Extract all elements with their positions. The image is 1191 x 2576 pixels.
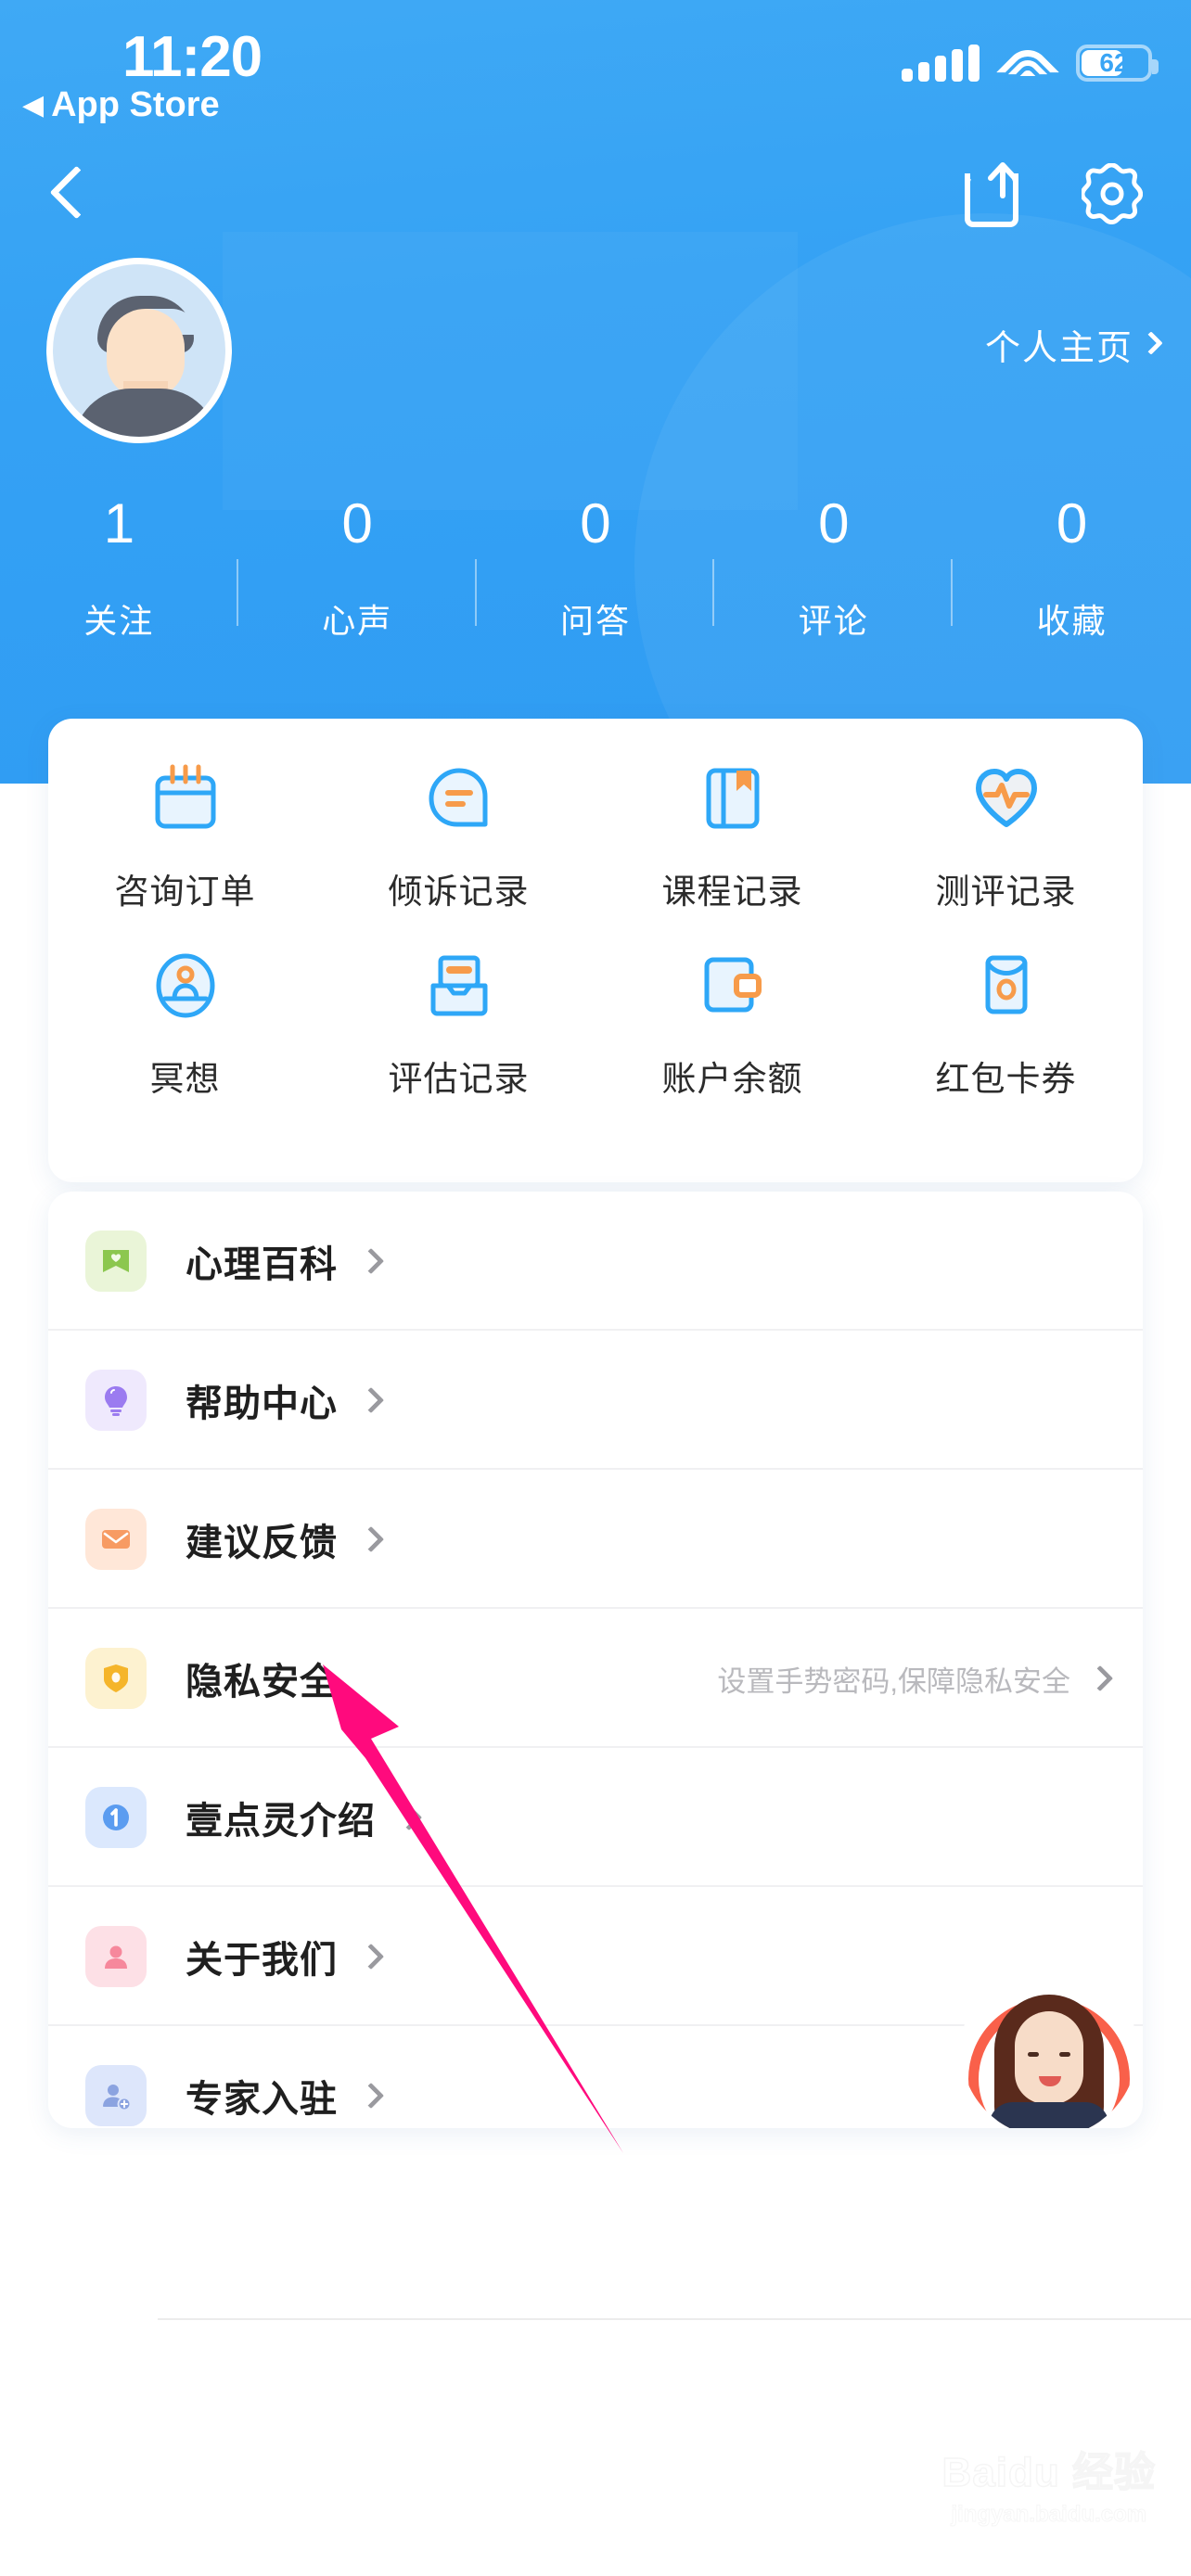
menu-item-help-center[interactable]: 帮助中心	[48, 1331, 1143, 1470]
menu-item-label: 帮助中心	[186, 1384, 338, 1424]
quick-action-confide-record[interactable]: 倾诉记录	[322, 759, 596, 913]
stat-label: 心声	[322, 602, 393, 640]
quick-action-label: 账户余额	[661, 1060, 803, 1098]
quick-action-label: 测评记录	[935, 873, 1077, 911]
quick-action-label: 红包卡券	[935, 1060, 1077, 1098]
battery-percent-label: 62	[1099, 48, 1129, 77]
stat-label: 收藏	[1036, 602, 1108, 640]
chevron-right-icon	[357, 1943, 385, 1970]
quick-action-label: 评估记录	[388, 1060, 530, 1098]
signal-bars-icon	[902, 45, 980, 82]
stat-label: 问答	[559, 602, 631, 640]
status-bar-time: 11:20	[122, 25, 263, 89]
chevron-right-icon	[357, 1525, 385, 1553]
wifi-icon	[996, 41, 1059, 104]
info-circle-icon	[85, 1787, 147, 1848]
menu-item-privacy-security[interactable]: 隐私安全 设置手势密码,保障隐私安全	[48, 1609, 1143, 1748]
back-app-label: App Store	[51, 85, 220, 124]
menu-item-feedback[interactable]: 建议反馈	[48, 1470, 1143, 1609]
person-add-icon	[85, 2065, 147, 2126]
personal-homepage-label: 个人主页	[984, 329, 1133, 368]
chevron-right-icon	[357, 1386, 385, 1414]
stat-label: 评论	[798, 602, 869, 640]
red-envelope-icon	[967, 947, 1045, 1025]
menu-item-label: 关于我们	[186, 1940, 338, 1981]
inbox-tray-icon	[420, 947, 498, 1025]
status-bar: 11:20 ◀ App Store 62	[0, 0, 1191, 139]
stat-item-favorites[interactable]: 0 收藏	[953, 496, 1191, 644]
speech-bubble-icon	[420, 759, 498, 837]
watermark-main-text: Baidu 经验	[941, 2449, 1156, 2496]
expert-avatar-floating[interactable]	[961, 1961, 1137, 2128]
quick-action-label: 冥想	[149, 1060, 221, 1098]
quick-action-evaluation-record[interactable]: 评估记录	[322, 947, 596, 1101]
back-triangle-icon: ◀	[22, 89, 45, 121]
chevron-right-icon	[395, 1804, 423, 1831]
stat-label: 关注	[83, 602, 155, 640]
quick-action-assessment-record[interactable]: 测评记录	[869, 759, 1143, 913]
quick-action-meditation[interactable]: 冥想	[48, 947, 322, 1101]
avatar[interactable]	[46, 258, 232, 443]
menu-item-label: 心理百科	[186, 1244, 338, 1285]
gear-icon[interactable]	[1082, 163, 1143, 224]
menu-item-label: 专家入驻	[186, 2079, 338, 2120]
stat-item-follow[interactable]: 1 关注	[0, 496, 238, 644]
return-to-app-store-link[interactable]: ◀ App Store	[22, 85, 220, 125]
menu-item-psychology-encyclopedia[interactable]: 心理百科	[48, 1192, 1143, 1331]
menu-item-label: 壹点灵介绍	[186, 1801, 376, 1842]
personal-homepage-link[interactable]: 个人主页	[984, 319, 1163, 370]
avatar-body	[73, 389, 218, 437]
chevron-right-icon	[357, 1247, 385, 1275]
nav-actions	[965, 160, 1143, 227]
stat-item-voice[interactable]: 0 心声	[238, 496, 477, 644]
calendar-icon	[147, 759, 224, 837]
bottom-divider	[158, 2318, 1191, 2320]
quick-actions-card: 咨询订单 倾诉记录 课程记录 测评记录 冥想 评估记录 账户余额 红包卡券	[48, 719, 1143, 1182]
envelope-icon	[85, 1509, 147, 1570]
chevron-right-icon	[1086, 1664, 1114, 1692]
meditation-icon	[147, 947, 224, 1025]
chevron-right-icon	[357, 2082, 385, 2110]
menu-item-label: 建议反馈	[186, 1523, 338, 1563]
lightbulb-icon	[85, 1370, 147, 1431]
book-bookmark-icon	[694, 759, 772, 837]
stat-item-comments[interactable]: 0 评论	[714, 496, 953, 644]
stat-value: 0	[1056, 492, 1088, 555]
stat-item-qa[interactable]: 0 问答	[477, 496, 715, 644]
navigation-bar	[0, 144, 1191, 255]
quick-actions-row-1: 咨询订单 倾诉记录 课程记录 测评记录	[48, 759, 1143, 913]
menu-item-app-intro[interactable]: 壹点灵介绍	[48, 1748, 1143, 1887]
menu-list-card: 心理百科 帮助中心 建议反馈 隐私安全 设置手势密码,保障隐私安全 壹点灵介绍 …	[48, 1192, 1143, 2128]
back-chevron-icon[interactable]	[43, 162, 98, 227]
menu-item-label: 隐私安全	[186, 1662, 338, 1702]
expert-avatar-face	[1015, 2011, 1083, 2104]
chevron-right-icon	[1139, 331, 1163, 355]
quick-action-label: 咨询订单	[114, 873, 256, 911]
heart-pulse-icon	[967, 759, 1045, 837]
quick-action-account-balance[interactable]: 账户余额	[596, 947, 869, 1101]
stats-row: 1 关注 0 心声 0 问答 0 评论 0 收藏	[0, 496, 1191, 644]
stat-value: 1	[103, 492, 135, 555]
watermark: Baidu 经验 jingyan.baidu.com	[941, 2439, 1156, 2528]
stat-value: 0	[818, 492, 850, 555]
quick-action-course-record[interactable]: 课程记录	[596, 759, 869, 913]
quick-action-label: 倾诉记录	[388, 873, 530, 911]
watermark-sub-text: jingyan.baidu.com	[951, 2502, 1147, 2528]
quick-action-label: 课程记录	[661, 873, 803, 911]
stat-value: 0	[341, 492, 373, 555]
expert-avatar-suit	[989, 2102, 1109, 2128]
quick-actions-row-2: 冥想 评估记录 账户余额 红包卡券	[48, 947, 1143, 1101]
shield-icon	[85, 1648, 147, 1709]
quick-action-consult-order[interactable]: 咨询订单	[48, 759, 322, 913]
status-bar-indicators: 62	[902, 41, 1159, 104]
menu-item-subtitle: 设置手势密码,保障隐私安全	[717, 1664, 1070, 1698]
book-heart-icon	[85, 1231, 147, 1292]
wallet-icon	[694, 947, 772, 1025]
battery-icon: 62	[1076, 45, 1159, 82]
person-icon	[85, 1926, 147, 1987]
stat-value: 0	[580, 492, 611, 555]
quick-action-red-envelope[interactable]: 红包卡券	[869, 947, 1143, 1101]
share-icon[interactable]	[965, 160, 1026, 227]
header-decoration-band	[223, 232, 798, 510]
